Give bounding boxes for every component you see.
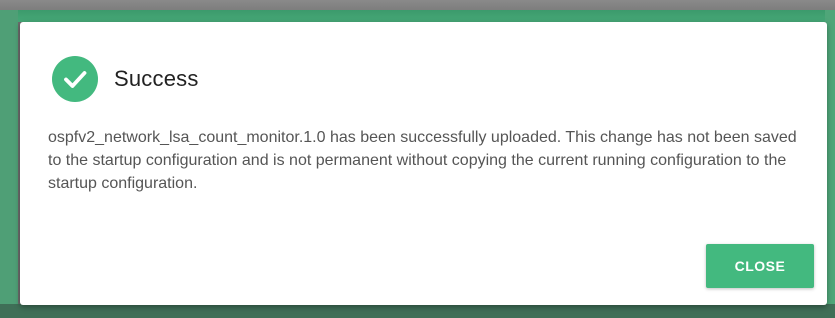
- backdrop-left: [0, 10, 18, 318]
- dialog-message: ospfv2_network_lsa_count_monitor.1.0 has…: [48, 129, 797, 192]
- dialog-header: Success: [52, 56, 199, 102]
- backdrop-top: [0, 0, 835, 22]
- close-button[interactable]: CLOSE: [706, 244, 814, 288]
- success-dialog: Success ospfv2_network_lsa_count_monitor…: [20, 22, 827, 305]
- checkmark-icon: [64, 71, 87, 88]
- backdrop-bottom: [0, 304, 835, 318]
- dialog-title: Success: [114, 66, 199, 91]
- check-circle-icon: [52, 56, 98, 102]
